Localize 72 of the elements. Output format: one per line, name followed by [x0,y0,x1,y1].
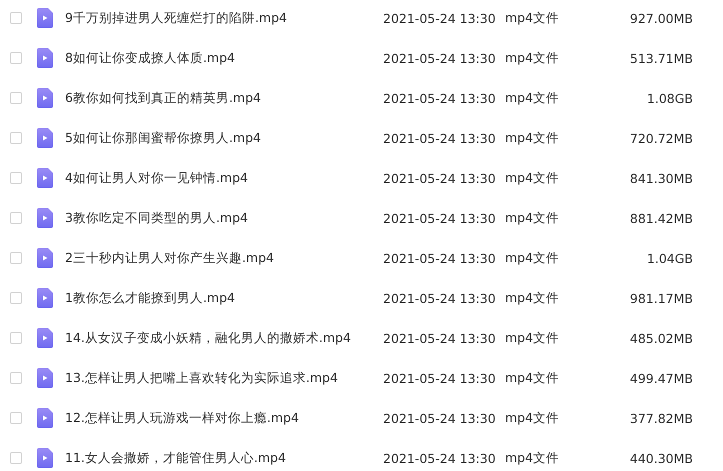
file-type: mp4文件 [505,450,560,466]
video-file-icon [37,448,53,468]
video-file-icon [37,88,53,108]
modified-date: 2021-05-24 13:30 [383,50,497,66]
modified-date: 2021-05-24 13:30 [383,410,497,426]
file-size: 377.82MB [628,410,693,426]
file-name[interactable]: 12.怎样让男人玩游戏一样对你上瘾.mp4 [65,410,383,426]
file-size: 927.00MB [628,10,693,26]
file-name[interactable]: 3教你吃定不同类型的男人.mp4 [65,210,383,226]
file-size: 1.04GB [646,250,693,266]
file-type: mp4文件 [505,130,560,146]
file-name[interactable]: 2三十秒内让男人对你产生兴趣.mp4 [65,250,383,266]
modified-date: 2021-05-24 13:30 [383,170,497,186]
file-type: mp4文件 [505,370,560,386]
modified-date: 2021-05-24 13:30 [383,450,497,466]
video-file-icon [37,168,53,188]
checkbox[interactable] [10,92,22,104]
checkbox[interactable] [10,12,22,24]
file-name[interactable]: 9千万别掉进男人死缠烂打的陷阱.mp4 [65,10,383,26]
video-file-icon [37,408,53,428]
file-size: 841.30MB [628,170,693,186]
file-name[interactable]: 14.从女汉子变成小妖精，融化男人的撒娇术.mp4 [65,330,383,346]
checkbox[interactable] [10,332,22,344]
file-name[interactable]: 1教你怎么才能撩到男人.mp4 [65,290,383,306]
modified-date: 2021-05-24 13:30 [383,330,497,346]
video-file-icon [37,328,53,348]
checkbox[interactable] [10,452,22,464]
modified-date: 2021-05-24 13:30 [383,10,497,26]
file-name[interactable]: 4如何让男人对你一见钟情.mp4 [65,170,383,186]
file-size: 1.08GB [646,90,693,106]
modified-date: 2021-05-24 13:30 [383,210,497,226]
file-name[interactable]: 6教你如何找到真正的精英男.mp4 [65,90,383,106]
file-size: 485.02MB [628,330,693,346]
checkbox[interactable] [10,212,22,224]
file-type: mp4文件 [505,170,560,186]
modified-date: 2021-05-24 13:30 [383,250,497,266]
modified-date: 2021-05-24 13:30 [383,130,497,146]
checkbox[interactable] [10,172,22,184]
file-name[interactable]: 8如何让你变成撩人体质.mp4 [65,50,383,66]
video-file-icon [37,288,53,308]
checkbox[interactable] [10,132,22,144]
video-file-icon [37,128,53,148]
video-file-icon [37,368,53,388]
video-file-icon [37,8,53,28]
checkbox[interactable] [10,252,22,264]
checkbox[interactable] [10,372,22,384]
video-file-icon [37,248,53,268]
video-file-icon [37,208,53,228]
file-type: mp4文件 [505,330,560,346]
checkbox[interactable] [10,52,22,64]
file-type: mp4文件 [505,10,560,26]
checkbox[interactable] [10,292,22,304]
modified-date: 2021-05-24 13:30 [383,90,497,106]
modified-date: 2021-05-24 13:30 [383,370,497,386]
file-type: mp4文件 [505,90,560,106]
file-type: mp4文件 [505,50,560,66]
file-size: 881.42MB [628,210,693,226]
file-type: mp4文件 [505,210,560,226]
modified-date: 2021-05-24 13:30 [383,290,497,306]
file-size: 513.71MB [628,50,693,66]
file-name[interactable]: 5如何让你那闺蜜帮你撩男人.mp4 [65,130,383,146]
file-size: 499.47MB [628,370,693,386]
file-type: mp4文件 [505,410,560,426]
file-size: 981.17MB [628,290,693,306]
file-type: mp4文件 [505,290,560,306]
file-name[interactable]: 13.怎样让男人把嘴上喜欢转化为实际追求.mp4 [65,370,383,386]
file-type: mp4文件 [505,250,560,266]
file-name[interactable]: 11.女人会撒娇，才能管住男人心.mp4 [65,450,383,466]
file-size: 440.30MB [628,450,693,466]
video-file-icon [37,48,53,68]
checkbox[interactable] [10,412,22,424]
file-size: 720.72MB [628,130,693,146]
